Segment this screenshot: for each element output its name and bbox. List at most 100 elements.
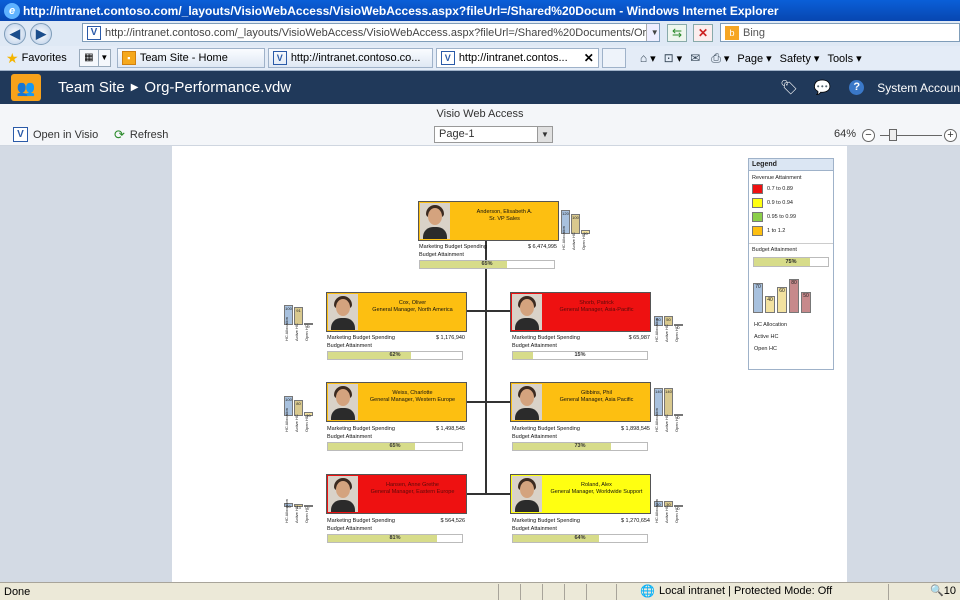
security-zone[interactable]: 🌐 Local intranet | Protected Mode: Off [640, 584, 832, 598]
status-text: Done [4, 585, 31, 598]
favorites-button[interactable]: ★ Favorites [6, 50, 67, 67]
zoom-slider-thumb[interactable] [889, 129, 897, 141]
refresh-button[interactable]: ⟳ Refresh [114, 127, 168, 143]
org-card[interactable]: Weiss, Charlotte General Manager, Western… [326, 382, 467, 422]
back-button[interactable]: ◀ [4, 22, 26, 45]
avatar [328, 384, 358, 420]
attainment-bar: 15% [512, 351, 648, 360]
hc-label: HC Allocation [654, 498, 659, 523]
hc-label: HC Allocation [284, 407, 289, 432]
zoom-out-icon[interactable]: − [862, 129, 875, 142]
spend-value: $ 65,987 [628, 335, 650, 341]
legend-budget-percent: 75% [785, 259, 797, 265]
zoom-in-icon[interactable]: + [944, 129, 957, 142]
attainment-bar: 81% [327, 534, 463, 543]
org-card[interactable]: Roland, Alex General Manager, Worldwide S… [510, 474, 651, 514]
card-metrics: Marketing Budget Spending $ 1,898,545 Budg… [512, 425, 650, 451]
hc-label: Active HC [664, 505, 669, 523]
legend-hc-bar: 70 [753, 283, 763, 313]
home-button[interactable]: ⌂ ▾ [640, 51, 656, 65]
address-bar[interactable]: V http://intranet.contoso.com/_layouts/V… [82, 23, 660, 42]
help-icon[interactable]: ? [849, 80, 865, 95]
forward-button[interactable]: ▶ [30, 22, 52, 45]
notes-icon[interactable]: 💬 [814, 79, 831, 96]
attainment-percent: 15% [574, 352, 586, 358]
tools-menu[interactable]: Tools ▾ [827, 52, 861, 65]
breadcrumb: Team Site ▶ Org-Performance.vdw [58, 79, 291, 96]
status-zoom[interactable]: 🔍 10 [930, 584, 956, 598]
hc-label: Active HC [664, 324, 669, 342]
legend-budget-bar: 75% [753, 257, 829, 267]
org-card[interactable]: Gibbins, Phil General Manager, Asia Pacif… [510, 382, 651, 422]
employee-name: Cox, Oliver [398, 300, 427, 306]
hc-bar: 100 [571, 214, 580, 234]
org-card[interactable]: Hansen, Anne Grethe General Manager, East… [326, 474, 467, 514]
feeds-button[interactable]: ⊡ ▾ [664, 51, 683, 65]
tab-label: http://intranet.contoso.co... [290, 52, 421, 64]
legend-swatch [752, 184, 763, 194]
site-logo-icon[interactable]: 👥 [11, 74, 41, 101]
open-in-visio-button[interactable]: V Open in Visio [13, 127, 98, 142]
browser-stop-button[interactable]: ✕ [693, 24, 713, 42]
org-card[interactable]: Shorb, Patrick General Manager, Asia-Paci… [510, 292, 651, 332]
tab-visio-1[interactable]: V http://intranet.contoso.co... [267, 48, 433, 68]
legend-panel: Legend Revenue Attainment 0.7 to 0.89 0.9… [748, 158, 834, 370]
visio-icon: V [272, 51, 287, 65]
close-tab-icon[interactable]: ✕ [578, 51, 594, 65]
legend-swatch [752, 212, 763, 222]
home-icon: ⌂ [639, 51, 648, 65]
card-metrics: Marketing Budget Spending $ 564,526 Budget… [327, 517, 465, 543]
hc-label: Open HC [674, 415, 679, 432]
employee-role: General Manager, Western Europe [369, 397, 456, 403]
mail-button[interactable]: ✉ [690, 51, 703, 65]
account-menu[interactable]: System Accoun [877, 81, 960, 95]
tab-list-dropdown[interactable]: ▼ [98, 49, 111, 67]
tag-icon[interactable]: 🏷 [780, 79, 798, 96]
hc-label: HC Allocation [284, 498, 289, 523]
spend-value: $ 1,270,654 [620, 518, 650, 524]
org-card-root[interactable]: Anderson, Elisabeth A. Sr. VP Sales [418, 201, 559, 241]
hc-label: HC Allocation [284, 316, 289, 341]
employee-name: Anderson, Elisabeth A. [476, 209, 533, 215]
tab-visio-2[interactable]: V http://intranet.contos... ✕ [435, 48, 599, 68]
quick-tabs-button[interactable]: ▦ [78, 49, 99, 67]
legend-item-label: 0.7 to 0.89 [767, 186, 793, 192]
hc-chart: 100 HC Allocation 80 Active HC 20 Open HC [284, 382, 316, 432]
address-text: http://intranet.contoso.com/_layouts/Vis… [105, 26, 647, 39]
attain-label: Budget Attainment [327, 526, 372, 532]
new-tab-button[interactable] [601, 48, 626, 68]
attainment-percent: 81% [389, 535, 401, 541]
hc-label: Open HC [674, 506, 679, 523]
spend-label: Marketing Budget Spending [327, 426, 395, 432]
legend-item-label: 0.95 to 0.99 [767, 214, 797, 220]
attain-label: Budget Attainment [512, 526, 557, 532]
spend-label: Marketing Budget Spending [327, 335, 395, 341]
org-card[interactable]: Cox, Oliver General Manager, North Americ… [326, 292, 467, 332]
page-select[interactable]: Page-1 ▼ [434, 126, 553, 143]
breadcrumb-site[interactable]: Team Site [58, 79, 125, 96]
status-bar: Done 🌐 Local intranet | Protected Mode: … [0, 582, 960, 600]
org-connector-row2 [464, 401, 511, 403]
sharepoint-icon: ▪ [121, 51, 136, 65]
attain-label: Budget Attainment [419, 252, 464, 258]
star-icon: ★ [6, 49, 19, 66]
card-metrics: Marketing Budget Spending $ 65,987 Budget … [512, 334, 650, 360]
hc-label: Active HC [294, 505, 299, 523]
hc-chart: 30 HC Allocation 30 Active HC 0 Open HC [654, 473, 686, 523]
address-dropdown-icon[interactable]: ▼ [646, 24, 659, 41]
legend-open-label: Open HC [754, 346, 777, 352]
attainment-bar: 62% [327, 351, 463, 360]
page-menu[interactable]: Page ▾ [737, 52, 771, 65]
attainment-percent: 73% [574, 443, 586, 449]
safety-menu[interactable]: Safety ▾ [780, 52, 820, 65]
search-input[interactable]: b Bing [720, 23, 960, 42]
browser-refresh-button[interactable]: ⇆ [667, 24, 687, 42]
card-metrics-root: Marketing Budget Spending $ 6,474,995 Bud… [419, 243, 557, 269]
legend-hc-bar: 40 [765, 296, 775, 313]
mail-icon: ✉ [690, 51, 701, 65]
print-button[interactable]: ⎙ ▾ [711, 51, 729, 66]
tab-team-site[interactable]: ▪ Team Site - Home [116, 48, 265, 68]
tabs-row: ★ Favorites ▦ ▼ ▪ Team Site - Home V htt… [0, 46, 960, 71]
employee-name: Roland, Alex [581, 482, 612, 488]
employee-name: Weiss, Charlotte [392, 390, 433, 396]
